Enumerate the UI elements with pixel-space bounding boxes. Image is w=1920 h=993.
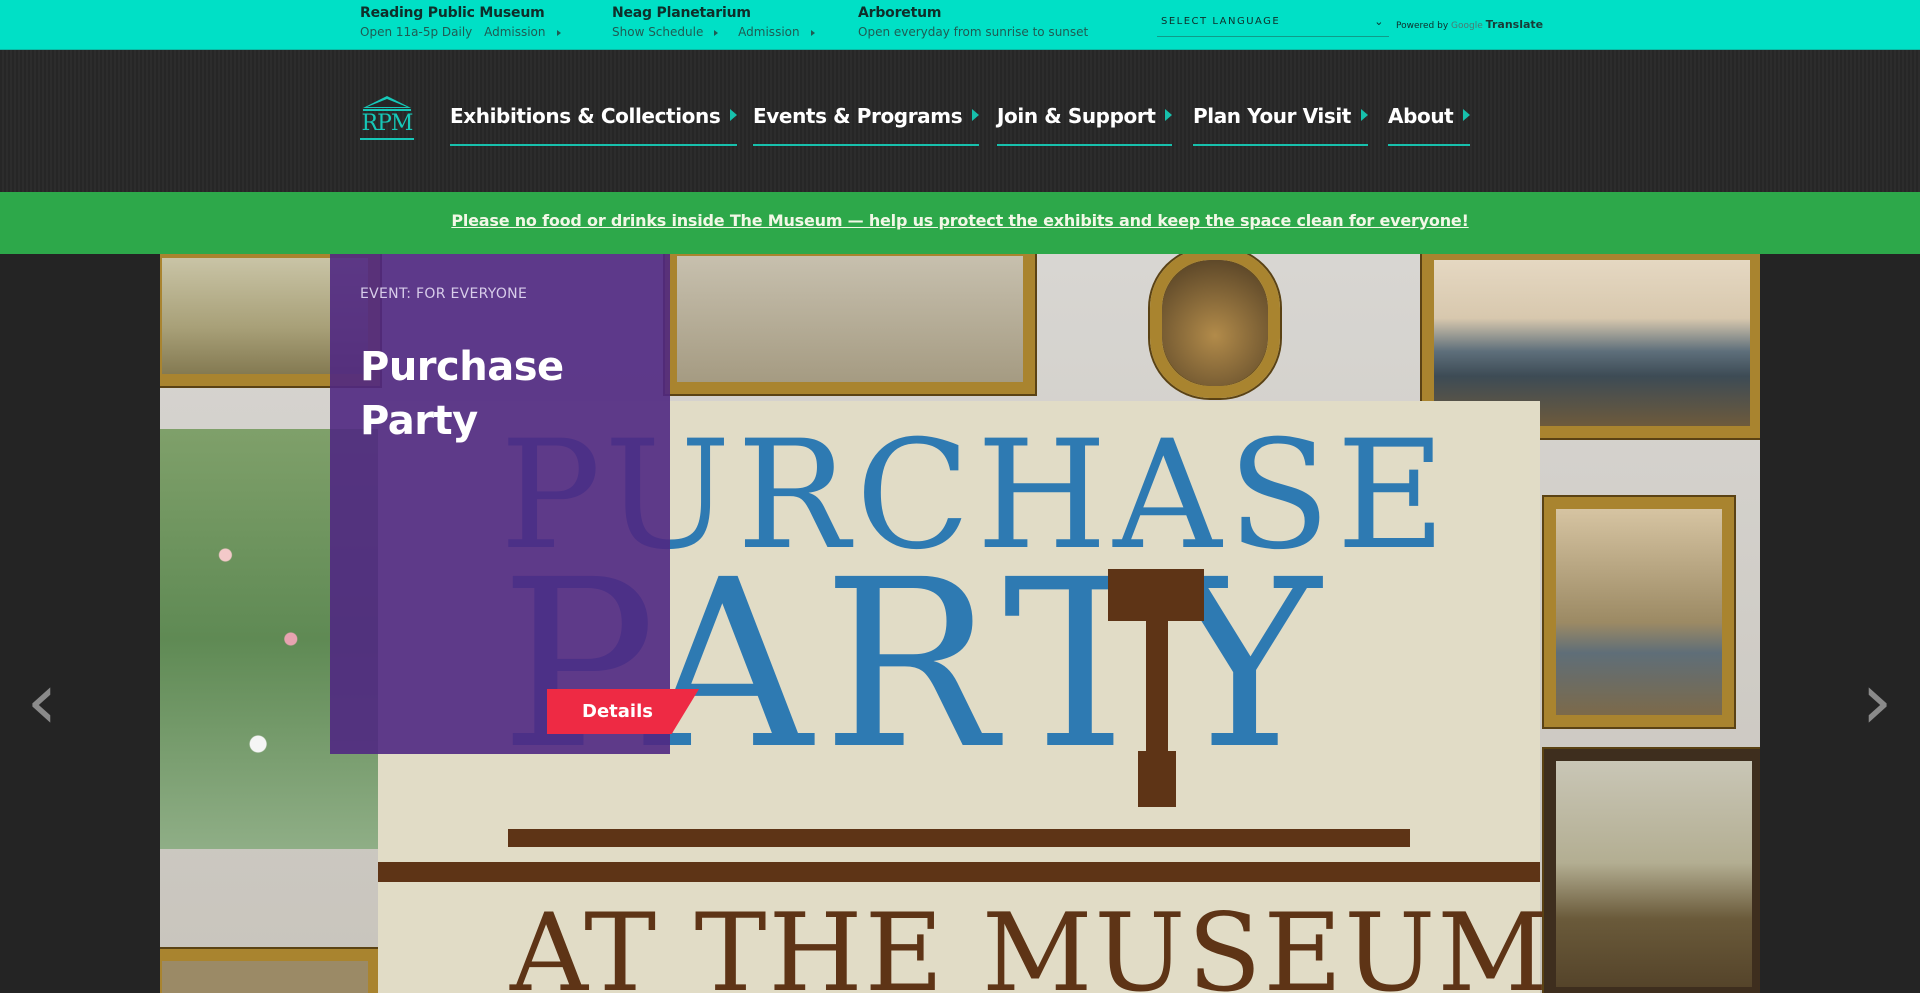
utility-bar: Reading Public Museum Open 11a-5p Daily … [0,0,1920,50]
painting-frame-oval [1150,254,1280,398]
event-title[interactable]: Purchase Party [360,340,640,448]
poster-rule [378,862,1540,882]
painting-frame [1544,749,1760,993]
language-select[interactable]: SELECT LANGUAGE ⌄ [1157,13,1389,37]
caret-right-icon [1463,109,1471,121]
painting-frame [160,949,380,993]
nav-item-plan-visit[interactable]: Plan Your Visit [1193,104,1368,146]
nav-item-label: Exhibitions & Collections [450,104,721,128]
venue-museum: Reading Public Museum Open 11a-5p Daily … [360,5,577,39]
venue-planetarium: Neag Planetarium Show Schedule Admission [612,5,831,39]
venue-name-planetarium[interactable]: Neag Planetarium [612,5,831,21]
translate-link[interactable]: Translate [1486,18,1543,31]
logo-base [360,138,414,140]
nav-item-label: Plan Your Visit [1193,104,1351,128]
logo-text: RPM [361,111,414,136]
nav-item-label: Join & Support [997,104,1156,128]
nav-item-about[interactable]: About [1388,104,1471,146]
notice-banner: Please no food or drinks inside The Muse… [0,192,1920,254]
nav-item-label: About [1388,104,1454,128]
painting-frame [665,254,1035,394]
powered-by-label: Powered by [1396,21,1449,31]
notice-link[interactable]: Please no food or drinks inside The Muse… [451,211,1469,230]
museum-admission-label: Admission [484,25,546,39]
planetarium-schedule-label: Show Schedule [612,25,704,39]
poster-rule [508,829,1410,847]
caret-right-icon [972,109,980,121]
planetarium-admission-label: Admission [738,25,800,39]
caret-right-icon [1360,109,1368,121]
chevron-down-icon: ⌄ [1374,15,1385,28]
event-category: EVENT: FOR EVERYONE [360,286,528,302]
nav-item-join-support[interactable]: Join & Support [997,104,1173,146]
museum-hours: Open 11a-5p Daily [360,25,473,39]
planetarium-admission-link[interactable]: Admission [738,25,822,39]
arboretum-hours: Open everyday from sunrise to sunset [858,25,1089,39]
powered-by-google-translate: Powered by Google Translate [1396,18,1543,31]
caret-right-icon [556,29,561,36]
language-select-label: SELECT LANGUAGE [1161,16,1281,27]
gavel-icon [1108,569,1204,621]
venue-arboretum: Arboretum Open everyday from sunrise to … [858,5,1096,39]
caret-right-icon [810,29,815,36]
nav-item-label: Events & Programs [753,104,963,128]
caret-right-icon [1165,109,1173,121]
google-logo: Google [1451,21,1483,31]
prev-slide-arrow-icon[interactable]: ‹ [20,662,64,742]
logo-roof-icon [363,96,411,108]
venue-name-arboretum[interactable]: Arboretum [858,5,1096,21]
poster-line-3: AT THE MUSEUM [510,891,1550,993]
next-slide-arrow-icon[interactable]: › [1855,662,1899,742]
painting-frame [1544,497,1734,727]
nav-item-exhibitions[interactable]: Exhibitions & Collections [450,104,738,146]
museum-admission-link[interactable]: Admission [484,25,568,39]
planetarium-schedule-link[interactable]: Show Schedule [612,25,726,39]
site-logo[interactable]: RPM [360,96,414,142]
gavel-tip [1138,751,1176,807]
venue-name-museum[interactable]: Reading Public Museum [360,5,577,21]
gavel-handle [1146,621,1168,761]
caret-right-icon [730,109,738,121]
caret-right-icon [714,29,719,36]
nav-item-events[interactable]: Events & Programs [753,104,980,146]
hero-caption: EVENT: FOR EVERYONE Purchase Party [330,254,670,754]
